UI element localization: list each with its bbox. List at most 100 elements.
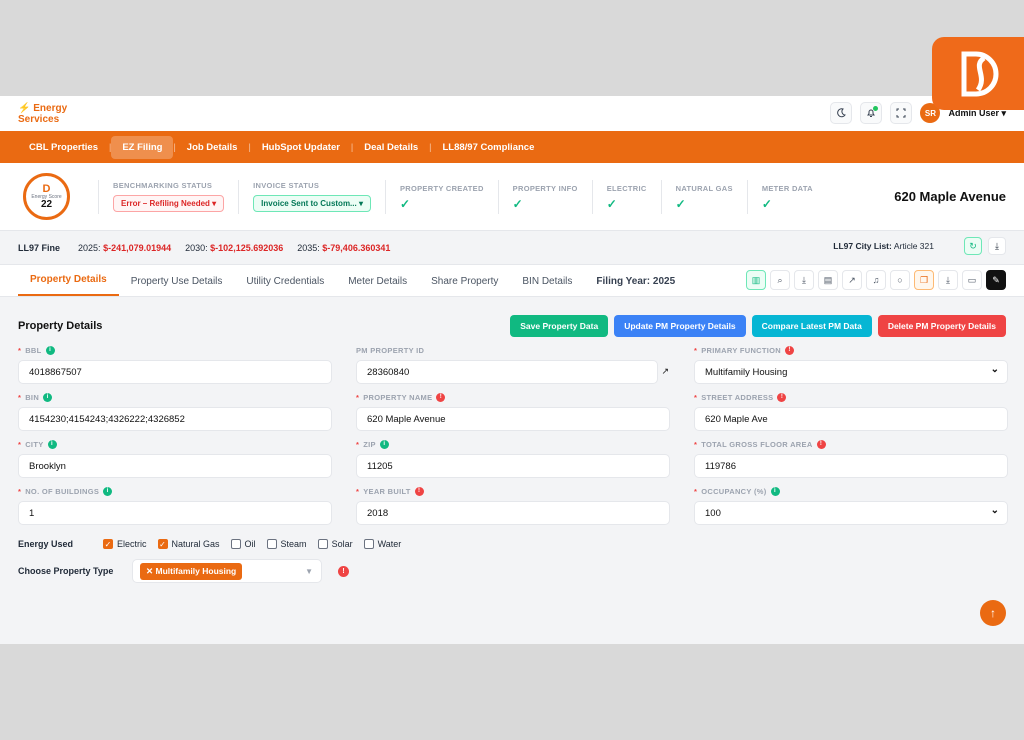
alert-icon[interactable]: !	[785, 345, 795, 355]
checkbox-oil[interactable]: Oil	[230, 539, 256, 549]
tab-property-details[interactable]: Property Details	[18, 274, 119, 296]
info-icon[interactable]: i	[379, 439, 389, 449]
field-label: TOTAL GROSS FLOOR AREA	[701, 439, 813, 449]
alert-icon[interactable]: !	[436, 392, 446, 402]
check-title: PROPERTY CREATED	[399, 183, 484, 193]
tab-utility-credentials[interactable]: Utility Credentials	[234, 276, 336, 296]
info-icon[interactable]: i	[43, 392, 53, 402]
field-property-name: * PROPERTY NAME! 620 Maple Avenue	[356, 392, 670, 431]
nav-job-details[interactable]: Job Details	[176, 136, 249, 159]
invoice-status: INVOICE STATUS Invoice Sent to Custom...…	[238, 179, 385, 214]
update-pm-property-button[interactable]: Update PM Property Details	[614, 315, 746, 337]
expand-icon	[896, 108, 906, 118]
check-icon: ✓	[606, 196, 617, 211]
fullscreen-button[interactable]	[890, 102, 913, 124]
info-icon[interactable]: i	[770, 486, 780, 496]
comment-button[interactable]: ○	[890, 270, 910, 290]
download-button[interactable]: ⤓	[988, 237, 1006, 255]
toolbar: ▥ ⌕ ⤓ ▤ ↗ ♫ ○ ❐ ⤓ ▭ ✎	[746, 270, 1006, 290]
invoice-dropdown[interactable]: Invoice Sent to Custom... ▾	[253, 195, 371, 212]
gross-floor-area-input[interactable]: 119786	[694, 454, 1008, 478]
copy-button[interactable]: ❐	[914, 270, 934, 290]
main-nav: CBL Properties | EZ Filing | Job Details | …	[0, 131, 1024, 163]
field-street-address: * STREET ADDRESS! 620 Maple Ave	[694, 392, 1008, 431]
checkbox-label: Steam	[280, 539, 307, 549]
benchmarking-dropdown[interactable]: Error – Refiling Needed ▾	[113, 195, 225, 212]
bell-icon: ♫	[872, 275, 880, 285]
tab-meter-details[interactable]: Meter Details	[336, 276, 419, 296]
field-label: YEAR BUILT	[363, 486, 411, 496]
nav-hubspot-updater[interactable]: HubSpot Updater	[251, 136, 351, 159]
property-type-row: Choose Property Type ✕ Multifamily Housi…	[18, 559, 1006, 583]
field-pm-property-id: PM PROPERTY ID 28360840 ↗	[356, 345, 670, 384]
nav-deal-details[interactable]: Deal Details	[353, 136, 429, 159]
delete-pm-property-button[interactable]: Delete PM Property Details	[877, 315, 1006, 337]
refresh-button[interactable]: ↻	[964, 237, 982, 255]
columns-button[interactable]: ▥	[746, 270, 766, 290]
zip-input[interactable]: 11205	[356, 454, 670, 478]
benchmarking-title: BENCHMARKING STATUS	[113, 181, 213, 190]
score-value: 22	[40, 198, 53, 210]
property-type-select[interactable]: ✕ Multifamily Housing ▼	[132, 559, 322, 583]
field-label: ZIP	[363, 439, 376, 449]
city-input[interactable]: Brooklyn	[18, 454, 332, 478]
bbl-input[interactable]: 4018867507	[18, 360, 332, 384]
document-button[interactable]: ▤	[818, 270, 838, 290]
info-icon[interactable]: i	[103, 486, 113, 496]
checkbox-water[interactable]: Water	[363, 539, 401, 549]
field-bbl: * BBL i 4018867507	[18, 345, 332, 384]
city-list-label: LL97 City List:	[833, 241, 892, 251]
edit-button[interactable]: ✎	[986, 270, 1006, 290]
notifications-button[interactable]	[860, 102, 883, 124]
document-icon: ▤	[823, 274, 833, 285]
bell-button[interactable]: ♫	[866, 270, 886, 290]
tab-bin-details[interactable]: BIN Details	[510, 276, 584, 296]
occupancy-select[interactable]: 100	[694, 501, 1008, 525]
brand-logo[interactable]: ⚡ Energy Services	[18, 103, 67, 125]
buildings-input[interactable]: 1	[18, 501, 332, 525]
scroll-to-top-button[interactable]: ↑	[980, 600, 1006, 626]
download-button[interactable]: ⤓	[794, 270, 814, 290]
pm-property-id-input[interactable]: 28360840 ↗	[356, 360, 669, 384]
fine-2030: 2030: $-102,125.692036	[185, 243, 283, 253]
moon-icon	[837, 108, 847, 118]
year-built-input[interactable]: 2018	[356, 501, 670, 525]
tab-share-property[interactable]: Share Property	[419, 276, 510, 296]
search-button[interactable]: ⌕	[770, 270, 790, 290]
nav-ll88-97-compliance[interactable]: LL88/97 Compliance	[431, 136, 545, 159]
status-meter-data: METER DATA ✓	[746, 179, 827, 214]
checkbox-steam[interactable]: Steam	[266, 539, 307, 549]
tab-property-use-details[interactable]: Property Use Details	[119, 276, 235, 296]
external-link-icon[interactable]: ↗	[661, 366, 669, 377]
save-property-data-button[interactable]: Save Property Data	[510, 315, 609, 337]
checkbox-empty-icon	[363, 539, 374, 549]
primary-function-select[interactable]: Multifamily Housing	[694, 360, 1008, 384]
property-name-input[interactable]: 620 Maple Avenue	[356, 407, 670, 431]
field-label: PROPERTY NAME	[363, 392, 433, 402]
street-address-input[interactable]: 620 Maple Ave	[694, 407, 1008, 431]
checkbox-solar[interactable]: Solar	[317, 539, 353, 549]
theme-toggle-button[interactable]	[830, 102, 853, 124]
checkbox-natural-gas[interactable]: ✓ Natural Gas	[157, 539, 220, 549]
bin-input[interactable]: 4154230;4154243;4326222;4326852	[18, 407, 332, 431]
alert-icon[interactable]: !	[338, 565, 349, 577]
alert-icon[interactable]: !	[816, 439, 826, 449]
trend-button[interactable]: ↗	[842, 270, 862, 290]
nav-cbl-properties[interactable]: CBL Properties	[18, 136, 109, 159]
alert-icon[interactable]: !	[777, 392, 787, 402]
compare-pm-data-button[interactable]: Compare Latest PM Data	[751, 315, 872, 337]
info-icon[interactable]: i	[45, 345, 55, 355]
field-zip: * ZIP i 11205	[356, 439, 670, 478]
field-label: NO. OF BUILDINGS	[25, 486, 100, 496]
archive-button[interactable]: ▭	[962, 270, 982, 290]
alert-icon[interactable]: !	[414, 486, 424, 496]
check-title: PROPERTY INFO	[512, 183, 578, 193]
checkbox-electric[interactable]: ✓ Electric	[103, 539, 147, 549]
property-type-tag[interactable]: ✕ Multifamily Housing	[140, 562, 243, 580]
info-icon[interactable]: i	[47, 439, 57, 449]
export-button[interactable]: ⤓	[938, 270, 958, 290]
property-type-label: Choose Property Type	[18, 566, 114, 576]
nav-ez-filing[interactable]: EZ Filing	[111, 135, 174, 159]
brand-line1: ⚡ Energy	[18, 102, 68, 114]
checkbox-label: Solar	[331, 539, 353, 549]
